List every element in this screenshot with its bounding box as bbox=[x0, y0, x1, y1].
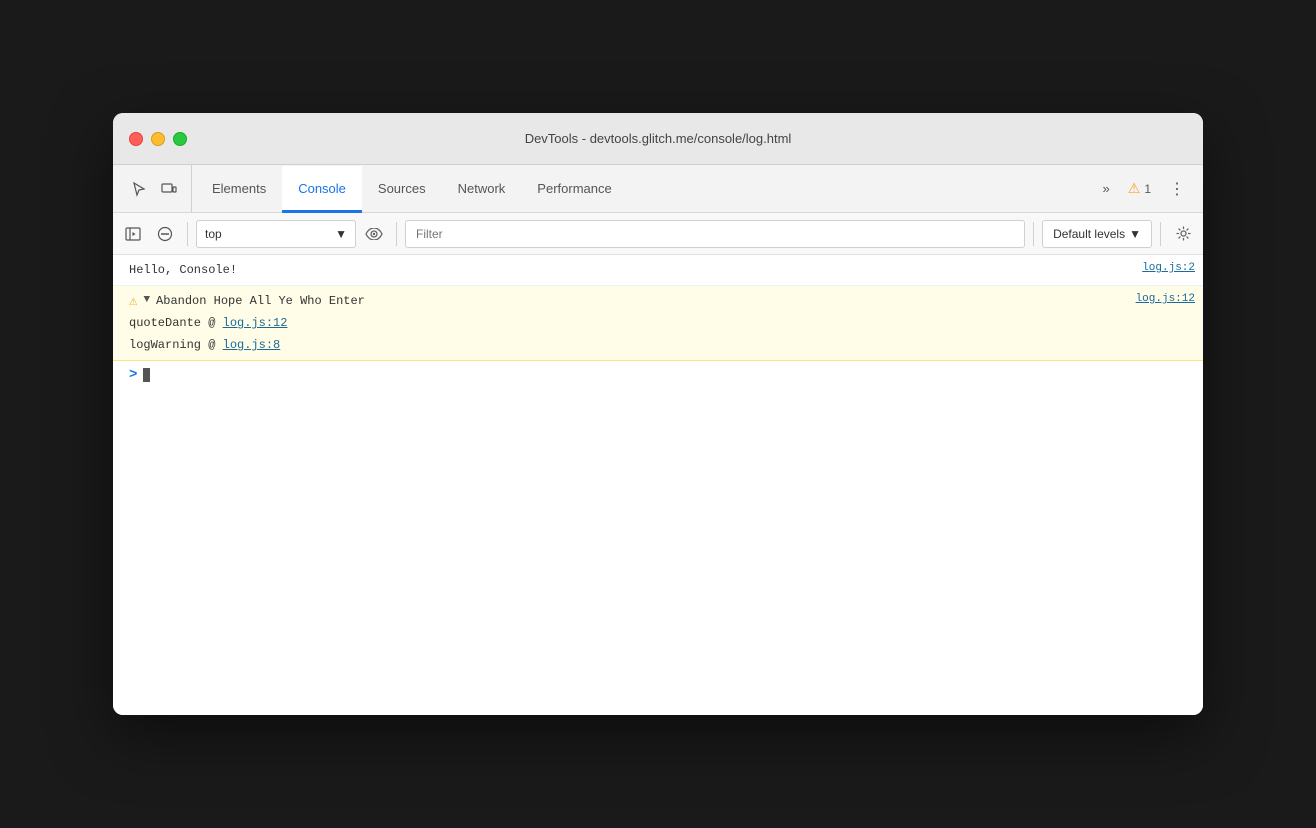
warning-icon: ⚠ bbox=[1128, 180, 1141, 197]
tab-network[interactable]: Network bbox=[442, 166, 522, 213]
stack-row-1-left: quoteDante @ log.js:12 bbox=[129, 314, 1195, 332]
tabbar-left-icons bbox=[117, 165, 192, 212]
traffic-lights bbox=[129, 132, 187, 146]
settings-button[interactable] bbox=[1169, 220, 1197, 248]
console-row-log-left: Hello, Console! bbox=[129, 261, 1142, 279]
clear-console-button[interactable] bbox=[151, 220, 179, 248]
tabbar-right: » ⚠ 1 ⋮ bbox=[1089, 165, 1199, 212]
console-toolbar: top ▼ Default levels ▼ bbox=[113, 213, 1203, 255]
titlebar: DevTools - devtools.glitch.me/console/lo… bbox=[113, 113, 1203, 165]
console-row-warning: ⚠ ▼ Abandon Hope All Ye Who Enter log.js… bbox=[113, 286, 1203, 361]
warning-text: Abandon Hope All Ye Who Enter bbox=[156, 292, 365, 310]
warning-triangle-icon: ⚠ bbox=[129, 293, 137, 310]
prompt-cursor bbox=[143, 368, 150, 382]
tabs: Elements Console Sources Network Perform… bbox=[196, 165, 1089, 212]
show-sidebar-button[interactable] bbox=[119, 220, 147, 248]
context-selector[interactable]: top ▼ bbox=[196, 220, 356, 248]
menu-button[interactable]: ⋮ bbox=[1163, 175, 1191, 203]
toolbar-separator-4 bbox=[1160, 222, 1161, 246]
filter-input[interactable] bbox=[405, 220, 1025, 248]
tab-performance[interactable]: Performance bbox=[521, 166, 627, 213]
toolbar-separator-1 bbox=[187, 222, 188, 246]
warning-badge[interactable]: ⚠ 1 bbox=[1120, 177, 1159, 200]
warning-source[interactable]: log.js:12 bbox=[1136, 292, 1195, 305]
stack-link-2[interactable]: log.js:8 bbox=[223, 338, 281, 352]
console-prompt: > bbox=[113, 361, 1203, 389]
stack-row-2: logWarning @ log.js:8 bbox=[113, 334, 1203, 361]
devtools-window: DevTools - devtools.glitch.me/console/lo… bbox=[113, 113, 1203, 715]
expand-toggle[interactable]: ▼ bbox=[143, 294, 150, 306]
window-title: DevTools - devtools.glitch.me/console/lo… bbox=[525, 131, 792, 146]
tabbar: Elements Console Sources Network Perform… bbox=[113, 165, 1203, 213]
log-source[interactable]: log.js:2 bbox=[1142, 261, 1195, 274]
warning-main-row: ⚠ ▼ Abandon Hope All Ye Who Enter log.js… bbox=[113, 286, 1203, 312]
toolbar-separator-2 bbox=[396, 222, 397, 246]
stack-text-2: logWarning @ log.js:8 bbox=[129, 336, 280, 354]
close-button[interactable] bbox=[129, 132, 143, 146]
tab-console[interactable]: Console bbox=[282, 166, 362, 213]
maximize-button[interactable] bbox=[173, 132, 187, 146]
log-text: Hello, Console! bbox=[129, 261, 237, 279]
prompt-arrow-icon: > bbox=[129, 367, 137, 383]
cursor-icon-button[interactable] bbox=[125, 175, 153, 203]
console-row-log: Hello, Console! log.js:2 bbox=[113, 255, 1203, 286]
live-expressions-button[interactable] bbox=[360, 220, 388, 248]
more-tabs-button[interactable]: » bbox=[1097, 177, 1116, 200]
minimize-button[interactable] bbox=[151, 132, 165, 146]
stack-row-1: quoteDante @ log.js:12 bbox=[113, 312, 1203, 334]
log-levels-button[interactable]: Default levels ▼ bbox=[1042, 220, 1152, 248]
warning-row-left: ⚠ ▼ Abandon Hope All Ye Who Enter bbox=[129, 292, 1136, 310]
console-output: Hello, Console! log.js:2 ⚠ ▼ Abandon Hop… bbox=[113, 255, 1203, 715]
stack-row-2-left: logWarning @ log.js:8 bbox=[129, 336, 1195, 354]
tab-sources[interactable]: Sources bbox=[362, 166, 442, 213]
device-icon-button[interactable] bbox=[155, 175, 183, 203]
tab-elements[interactable]: Elements bbox=[196, 166, 282, 213]
toolbar-separator-3 bbox=[1033, 222, 1034, 246]
stack-text-1: quoteDante @ log.js:12 bbox=[129, 314, 287, 332]
stack-link-1[interactable]: log.js:12 bbox=[223, 316, 288, 330]
